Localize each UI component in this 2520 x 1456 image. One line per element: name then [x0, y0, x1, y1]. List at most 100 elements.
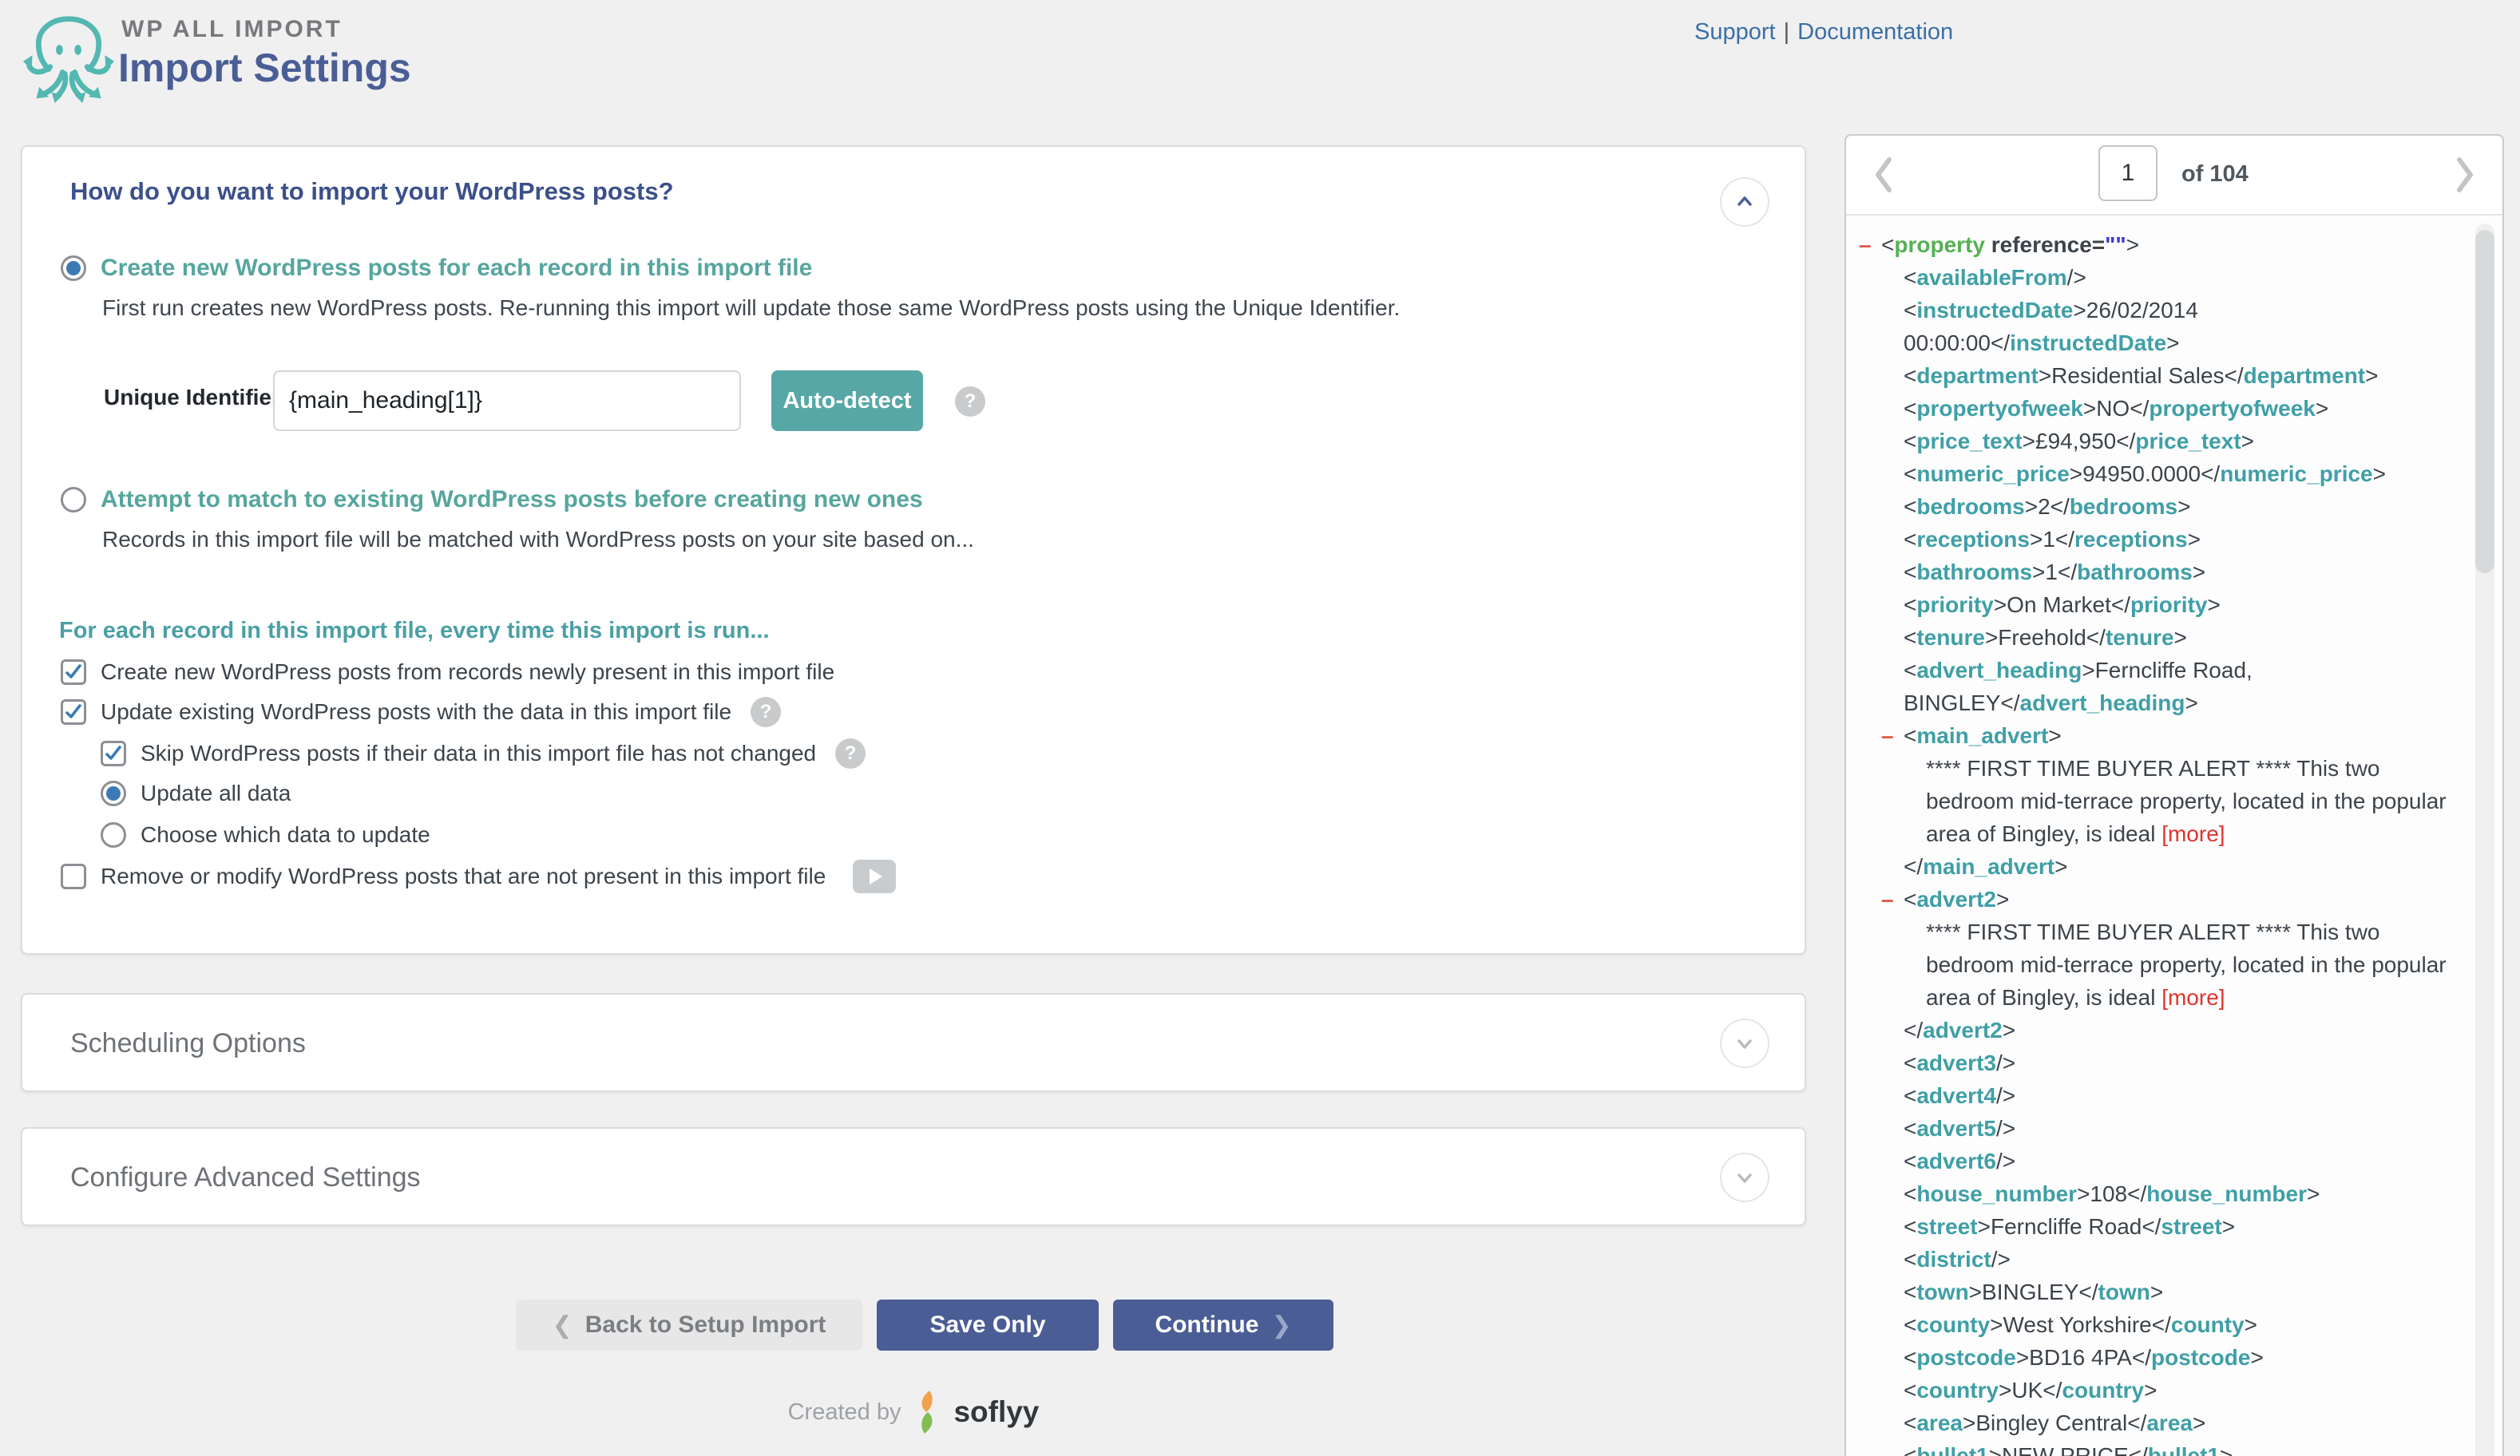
- collapse-node-toggle[interactable]: –: [1881, 719, 1894, 752]
- advanced-settings-title: Configure Advanced Settings: [70, 1162, 421, 1193]
- xml-line: <town>BINGLEY</town>: [1846, 1276, 2502, 1308]
- more-link[interactable]: [more]: [2161, 985, 2225, 1010]
- created-by-text: Created by: [788, 1399, 901, 1426]
- previous-record-icon[interactable]: [1873, 156, 1894, 193]
- create-new-records-label[interactable]: Create new WordPress posts from records …: [101, 659, 834, 685]
- documentation-link[interactable]: Documentation: [1797, 19, 1953, 45]
- support-link[interactable]: Support: [1694, 19, 1776, 45]
- link-separator: |: [1784, 19, 1790, 45]
- chevron-left-icon: ❮: [553, 1312, 573, 1339]
- update-existing-label[interactable]: Update existing WordPress posts with the…: [101, 699, 731, 725]
- choose-data-radio[interactable]: [101, 822, 126, 848]
- xml-line: –<advert2>: [1846, 883, 2502, 916]
- xml-line: <availableFrom/>: [1846, 261, 2502, 294]
- xml-preview-panel: of 104 –<property reference=""><availabl…: [1844, 134, 2504, 1456]
- xml-line: </advert2>: [1846, 1014, 2502, 1046]
- record-number-input[interactable]: [2098, 145, 2157, 201]
- checkmark-icon: [104, 744, 123, 763]
- chevron-up-icon: [1733, 190, 1757, 214]
- xml-line: –<main_advert>: [1846, 719, 2502, 752]
- xml-line: <bathrooms>1</bathrooms>: [1846, 556, 2502, 588]
- xml-line: </main_advert>: [1846, 850, 2502, 883]
- option-row-remove-missing: Remove or modify WordPress posts that ar…: [61, 862, 896, 891]
- video-tutorial-button[interactable]: [853, 860, 896, 893]
- more-link[interactable]: [more]: [2161, 821, 2225, 846]
- checkmark-icon: [64, 702, 83, 722]
- xml-line: <advert_heading>Ferncliffe Road, BINGLEY…: [1846, 654, 2502, 719]
- collapse-panel-button[interactable]: [1720, 177, 1769, 227]
- scheduling-options-title: Scheduling Options: [70, 1028, 306, 1059]
- xml-line: <priority>On Market</priority>: [1846, 588, 2502, 621]
- save-button-label: Save Only: [929, 1312, 1045, 1339]
- xml-line: <district/>: [1846, 1243, 2502, 1276]
- choose-data-label[interactable]: Choose which data to update: [141, 822, 430, 848]
- match-existing-option: Attempt to match to existing WordPress p…: [61, 485, 923, 514]
- create-new-posts-label[interactable]: Create new WordPress posts for each reco…: [101, 255, 812, 282]
- auto-detect-button[interactable]: Auto-detect: [771, 370, 923, 431]
- xml-line: <tenure>Freehold</tenure>: [1846, 621, 2502, 654]
- import-question-heading: How do you want to import your WordPress…: [70, 177, 674, 206]
- xml-line: <price_text>£94,950</price_text>: [1846, 425, 2502, 457]
- match-existing-label[interactable]: Attempt to match to existing WordPress p…: [101, 486, 923, 513]
- xml-line: <advert5/>: [1846, 1112, 2502, 1145]
- update-existing-help-icon[interactable]: ?: [751, 697, 781, 727]
- create-new-posts-option: Create new WordPress posts for each reco…: [61, 254, 812, 283]
- collapse-node-toggle[interactable]: –: [1859, 228, 1872, 261]
- header-links: Support | Documentation: [1694, 19, 1953, 46]
- xml-line: <instructedDate>26/02/2014 00:00:00</ins…: [1846, 294, 2502, 359]
- page-title: Import Settings: [118, 45, 411, 91]
- import-settings-panel: How do you want to import your WordPress…: [21, 145, 1806, 955]
- create-new-posts-radio[interactable]: [61, 255, 86, 281]
- back-to-setup-button[interactable]: ❮ Back to Setup Import: [516, 1300, 862, 1351]
- xml-line: <bedrooms>2</bedrooms>: [1846, 490, 2502, 523]
- xml-line: <propertyofweek>NO</propertyofweek>: [1846, 392, 2502, 425]
- xml-line: <street>Ferncliffe Road</street>: [1846, 1210, 2502, 1243]
- xml-line: <area>Bingley Central</area>: [1846, 1407, 2502, 1439]
- xml-line: **** FIRST TIME BUYER ALERT **** This tw…: [1846, 752, 2502, 850]
- next-record-icon[interactable]: [2455, 156, 2475, 193]
- unique-identifier-input[interactable]: [273, 370, 741, 431]
- expand-advanced-button[interactable]: [1720, 1153, 1769, 1202]
- unique-identifier-label: Unique Identifier: [104, 385, 280, 410]
- advanced-settings-panel[interactable]: Configure Advanced Settings: [21, 1127, 1806, 1226]
- update-all-radio[interactable]: [101, 781, 126, 806]
- option-row-update-existing: Update existing WordPress posts with the…: [61, 698, 781, 726]
- scheduling-options-panel[interactable]: Scheduling Options: [21, 993, 1806, 1092]
- xml-line: <advert3/>: [1846, 1046, 2502, 1079]
- continue-button-label: Continue: [1155, 1312, 1258, 1339]
- remove-missing-checkbox[interactable]: [61, 864, 86, 889]
- xml-line: <county>West Yorkshire</county>: [1846, 1308, 2502, 1341]
- update-all-label[interactable]: Update all data: [141, 781, 291, 806]
- xml-code: –<property reference=""><availableFrom/>…: [1846, 216, 2502, 1456]
- record-pagination: of 104: [1846, 136, 2502, 216]
- remove-missing-label[interactable]: Remove or modify WordPress posts that ar…: [101, 864, 826, 889]
- skip-unchanged-checkbox[interactable]: [101, 741, 126, 766]
- save-only-button[interactable]: Save Only: [877, 1300, 1099, 1351]
- xml-line: <house_number>108</house_number>: [1846, 1177, 2502, 1210]
- footer: Created by soflyy: [21, 1389, 1806, 1435]
- xml-line: <postcode>BD16 4PA</postcode>: [1846, 1341, 2502, 1374]
- brand-name: WP ALL IMPORT: [121, 16, 343, 43]
- skip-unchanged-label[interactable]: Skip WordPress posts if their data in th…: [141, 741, 816, 766]
- xml-line: <bullet1>NEW PRICE</bullet1>: [1846, 1439, 2502, 1456]
- record-count-label: of 104: [2181, 161, 2249, 188]
- continue-button[interactable]: Continue ❯: [1113, 1300, 1333, 1351]
- xml-line: <department>Residential Sales</departmen…: [1846, 359, 2502, 392]
- every-run-heading: For each record in this import file, eve…: [59, 618, 770, 644]
- expand-scheduling-button[interactable]: [1720, 1019, 1769, 1068]
- xml-line: <advert4/>: [1846, 1079, 2502, 1112]
- xml-line: <numeric_price>94950.0000</numeric_price…: [1846, 457, 2502, 490]
- unique-identifier-help-icon[interactable]: ?: [955, 386, 985, 417]
- soflyy-brand-text: soflyy: [953, 1395, 1039, 1429]
- match-existing-description: Records in this import file will be matc…: [102, 527, 974, 552]
- back-button-label: Back to Setup Import: [585, 1312, 826, 1339]
- soflyy-logo-icon: [912, 1389, 942, 1435]
- collapse-node-toggle[interactable]: –: [1881, 883, 1894, 916]
- chevron-down-icon: [1733, 1031, 1757, 1055]
- skip-unchanged-help-icon[interactable]: ?: [835, 738, 866, 769]
- update-existing-checkbox[interactable]: [61, 699, 86, 725]
- xml-scrollbar-thumb[interactable]: [2475, 230, 2494, 573]
- option-row-create-new-records: Create new WordPress posts from records …: [61, 658, 834, 686]
- match-existing-radio[interactable]: [61, 487, 86, 512]
- create-new-records-checkbox[interactable]: [61, 659, 86, 685]
